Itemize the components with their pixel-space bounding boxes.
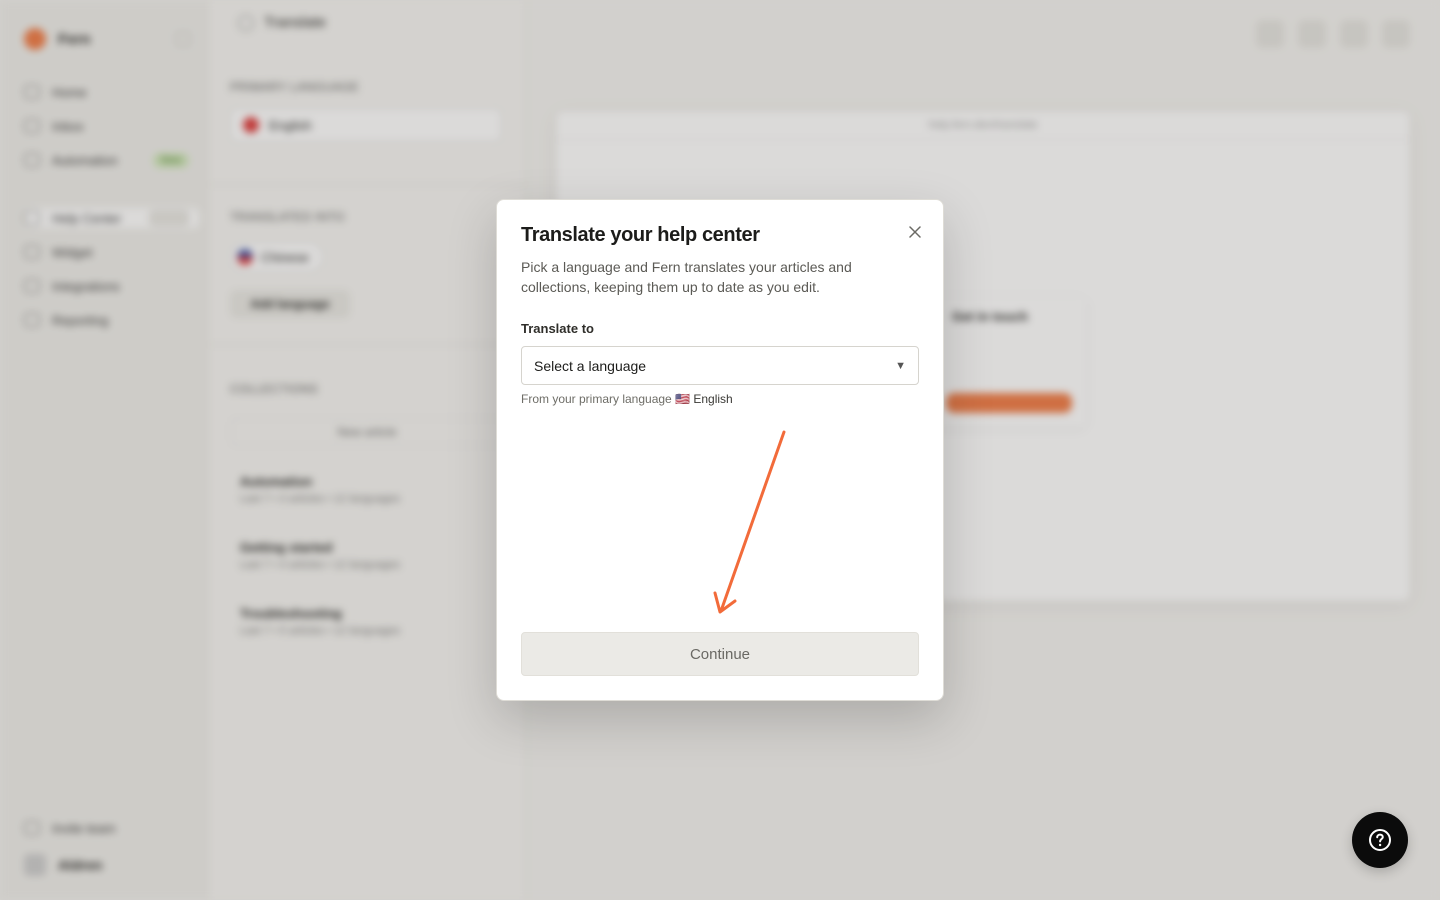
close-icon (909, 226, 921, 238)
us-flag-icon: 🇺🇸 (675, 392, 691, 406)
close-button[interactable] (905, 222, 925, 242)
chevron-down-icon: ▼ (895, 359, 906, 372)
translate-modal: Translate your help center Pick a langua… (496, 199, 944, 701)
help-button[interactable] (1352, 812, 1408, 868)
language-select[interactable]: Select a language ▼ (521, 346, 919, 385)
modal-description: Pick a language and Fern translates your… (521, 259, 852, 295)
help-circle-icon (1369, 829, 1391, 851)
modal-title: Translate your help center (521, 224, 760, 246)
translate-to-label: Translate to (521, 321, 594, 336)
hint-language: English (693, 392, 733, 406)
annotation-arrow-icon (713, 430, 786, 614)
continue-button[interactable]: Continue (521, 632, 919, 676)
primary-language-hint: From your primary language 🇺🇸 English (521, 392, 733, 406)
language-select-value: Select a language (534, 357, 647, 374)
hint-prefix: From your primary language (521, 392, 672, 406)
